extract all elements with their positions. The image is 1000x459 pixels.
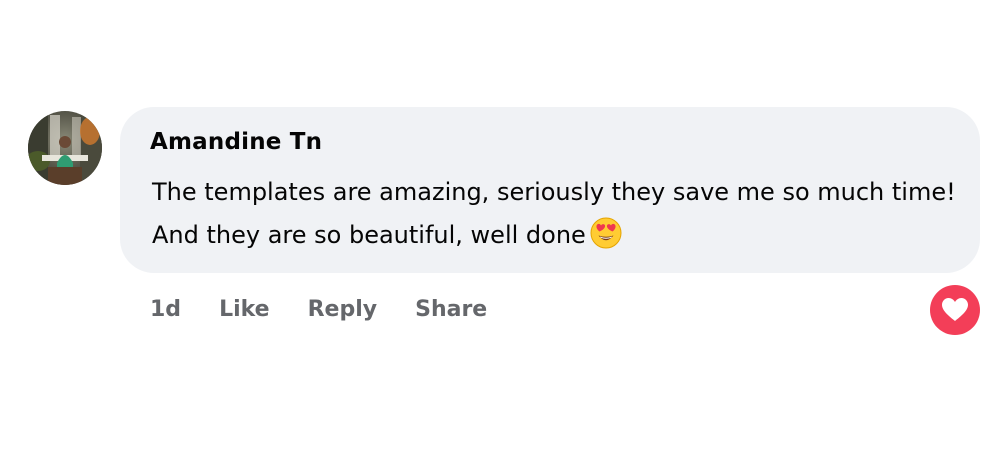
love-reaction-badge[interactable] (930, 285, 980, 335)
share-button[interactable]: Share (415, 297, 487, 322)
comment-text-container: The templates are amazing, seriously the… (152, 171, 962, 263)
comment-author[interactable]: Amandine Tn (150, 129, 322, 155)
heart-eyes-emoji-icon (590, 217, 622, 263)
comment-text: The templates are amazing, seriously the… (152, 178, 956, 249)
heart-icon (942, 298, 968, 321)
comment-actions: 1d Like Reply Share (150, 293, 487, 325)
avatar-photo (28, 111, 102, 185)
comment: Amandine Tn The templates are amazing, s… (0, 0, 1000, 459)
reply-button[interactable]: Reply (308, 297, 378, 322)
like-button[interactable]: Like (219, 297, 270, 322)
comment-timestamp[interactable]: 1d (150, 297, 181, 322)
avatar[interactable] (28, 111, 102, 185)
comment-bubble: Amandine Tn The templates are amazing, s… (120, 107, 980, 273)
